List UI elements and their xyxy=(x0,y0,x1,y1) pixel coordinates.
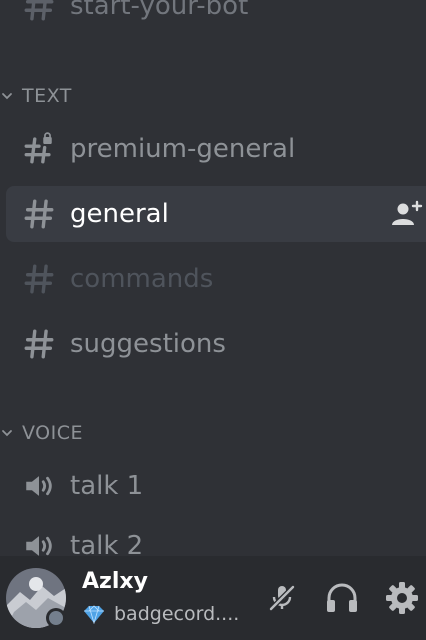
channel-commands[interactable]: commands xyxy=(6,251,426,307)
gear-icon[interactable] xyxy=(382,578,422,618)
hash-icon xyxy=(24,0,54,21)
microphone-muted-icon[interactable] xyxy=(262,578,302,618)
speaker-icon xyxy=(26,476,52,496)
channel-label: suggestions xyxy=(70,329,226,359)
channel-suggestions[interactable]: suggestions xyxy=(6,316,426,372)
username[interactable]: Azlxy xyxy=(82,568,148,596)
channel-premium-general[interactable]: premium-general xyxy=(6,121,426,177)
channel-label: start-your-bot xyxy=(70,0,249,21)
channel-label: premium-general xyxy=(70,134,296,164)
voice-channel-talk-1[interactable]: talk 1 xyxy=(6,458,426,514)
voice-channel-talk-2[interactable]: talk 2 xyxy=(6,518,426,556)
hash-icon xyxy=(24,264,54,294)
invite-member-icon[interactable] xyxy=(390,200,424,228)
speaker-icon xyxy=(26,536,52,556)
hash-icon xyxy=(24,199,54,229)
hash-icon xyxy=(24,329,54,359)
channel-label: general xyxy=(70,199,169,229)
channel-list: start-your-bot TEXT premium-general gene… xyxy=(0,0,426,556)
channel-general[interactable]: general xyxy=(6,186,426,242)
category-label: VOICE xyxy=(22,422,83,444)
channel-label: talk 2 xyxy=(70,531,144,556)
user-panel: Azlxy badgecord.... xyxy=(0,556,426,640)
category-label: TEXT xyxy=(22,85,72,107)
diamond-icon xyxy=(84,605,104,624)
channel-label: talk 1 xyxy=(70,471,144,501)
custom-status-text: badgecord.... xyxy=(114,603,240,625)
channel-label: commands xyxy=(70,264,214,294)
chevron-down-icon xyxy=(2,93,12,100)
category-voice[interactable]: VOICE xyxy=(0,419,426,447)
channel-start-your-bot[interactable]: start-your-bot xyxy=(6,0,426,34)
category-text[interactable]: TEXT xyxy=(0,82,426,110)
custom-status[interactable]: badgecord.... xyxy=(82,602,239,626)
status-indicator xyxy=(46,608,66,628)
discord-channel-sidebar: start-your-bot TEXT premium-general gene… xyxy=(0,0,426,640)
headphones-icon[interactable] xyxy=(322,578,362,618)
chevron-down-icon xyxy=(2,430,12,437)
locked-hash-icon xyxy=(24,132,52,164)
